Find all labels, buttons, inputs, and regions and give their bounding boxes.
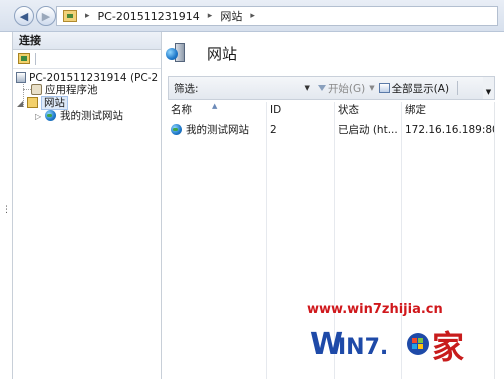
tree-node-site[interactable]: ▷ 我的测试网站	[35, 109, 123, 123]
column-header-status[interactable]: 状态	[335, 102, 401, 118]
column-divider	[266, 102, 267, 379]
back-arrow-icon: ◀	[19, 9, 29, 23]
breadcrumb-sites[interactable]: 网站	[220, 8, 242, 24]
globe-icon	[171, 124, 182, 135]
start-dropdown-icon[interactable]: ▼	[369, 84, 374, 92]
forward-arrow-icon: ▶	[41, 9, 51, 23]
start-button[interactable]: 开始(G)	[328, 81, 365, 96]
column-header-name[interactable]: 名称 ▲	[168, 102, 266, 118]
toolbar-separator	[35, 53, 36, 65]
globe-icon	[45, 110, 56, 121]
funnel-icon	[317, 85, 326, 91]
cell-name: 我的测试网站	[168, 122, 266, 138]
svg-text:IN7.: IN7.	[338, 335, 388, 360]
chevron-right-icon: ▸	[250, 11, 255, 21]
tree-node-sites[interactable]: ◢ 网站	[17, 96, 68, 110]
edge-mark: ⋮	[2, 205, 11, 215]
forward-button[interactable]: ▶	[36, 6, 56, 26]
breadcrumb[interactable]: ▸ PC-201511231914 ▸ 网站 ▸	[56, 6, 498, 26]
tree-node-sites-label: 网站	[41, 96, 68, 110]
connections-header: 连接	[13, 32, 161, 50]
connections-pane: 连接 PC-201511231914 (PC-2 应用程序池 ◢ 网站 ▷ 我的测试…	[12, 32, 162, 379]
collapse-triangle-icon[interactable]: ◢	[17, 97, 27, 111]
breadcrumb-server[interactable]: PC-201511231914	[98, 10, 200, 23]
filter-dropdown-icon[interactable]: ▼	[305, 84, 310, 92]
column-header-name-label: 名称	[171, 104, 192, 116]
chevron-right-icon: ▸	[207, 11, 213, 21]
show-all-icon	[378, 83, 390, 93]
chevron-right-icon: ▸	[85, 11, 90, 21]
connections-toolbar	[13, 50, 161, 69]
app-pool-icon	[31, 84, 42, 95]
sites-folder-icon	[27, 97, 38, 108]
iis-folder-icon	[63, 10, 77, 22]
overflow-chevron-icon: ▼	[485, 88, 492, 96]
page-title: 网站	[207, 45, 238, 63]
cell-binding: 172.16.16.189:80	[405, 124, 494, 136]
filter-input[interactable]	[202, 79, 303, 97]
column-header-id[interactable]: ID	[267, 102, 334, 118]
cell-name-label: 我的测试网站	[186, 124, 249, 136]
cell-status: 已启动 (ht...	[338, 124, 398, 136]
server-icon	[16, 72, 26, 83]
watermark-logo: W IN7. 家	[310, 327, 464, 366]
tree-node-site-label: 我的测试网站	[60, 110, 123, 122]
filter-bar-separator	[457, 81, 459, 95]
filter-bar-overflow-button[interactable]: ▼	[483, 76, 495, 100]
tree-node-app-pools[interactable]: 应用程序池	[31, 83, 98, 97]
tree-node-app-pools-label: 应用程序池	[45, 84, 98, 96]
sites-page-icon	[166, 42, 186, 62]
left-edge: ⋮	[0, 32, 12, 379]
filter-label: 筛选:	[174, 82, 199, 95]
filter-bar: 筛选: ▼ 开始(G) ▼ 全部显示(A)	[168, 76, 484, 100]
show-all-button[interactable]: 全部显示(A)	[392, 81, 449, 96]
watermark-url: www.win7zhijia.cn	[307, 302, 443, 317]
expand-triangle-icon[interactable]: ▷	[35, 110, 45, 124]
sort-ascending-icon: ▲	[212, 102, 218, 110]
address-bar-area: ◀ ▶ ▸ PC-201511231914 ▸ 网站 ▸	[0, 0, 504, 32]
column-header-binding[interactable]: 绑定	[402, 102, 494, 118]
tree-line	[23, 89, 31, 90]
back-button[interactable]: ◀	[14, 6, 34, 26]
cell-id: 2	[270, 124, 277, 136]
connect-icon[interactable]	[18, 53, 30, 64]
page-header: 网站	[163, 32, 504, 70]
svg-text:家: 家	[432, 328, 464, 366]
